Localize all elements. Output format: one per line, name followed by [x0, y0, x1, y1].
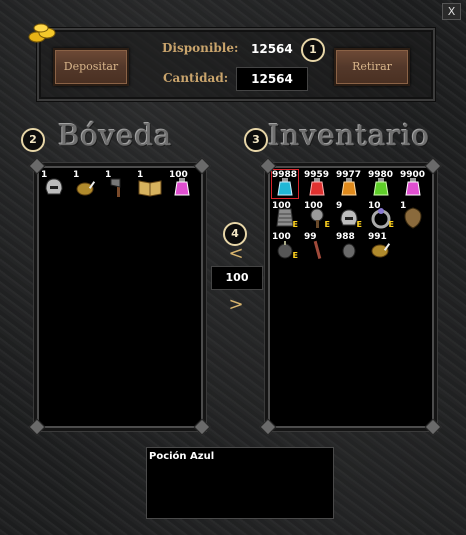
inventory-item-slot[interactable]: 9959: [304, 170, 330, 198]
item-count: 100: [304, 201, 323, 211]
vault-title: Bóveda: [58, 118, 173, 152]
item-count: 1: [105, 170, 112, 180]
item-count: 9959: [304, 170, 330, 180]
move-right-arrow[interactable]: >: [226, 294, 246, 315]
vault-item-slot[interactable]: 100: [169, 170, 195, 198]
available-label: Disponible:: [162, 41, 239, 55]
item-description-text: Poción Azul: [149, 451, 215, 462]
inventory-item-slot[interactable]: 9988: [271, 169, 299, 199]
item-count: 991: [368, 232, 387, 242]
inventory-item-slot[interactable]: 100 E: [304, 201, 330, 229]
inventory-item-slot[interactable]: 988: [336, 232, 362, 260]
item-count: 9: [336, 201, 343, 211]
amount-input[interactable]: 12564: [236, 67, 308, 91]
withdraw-button[interactable]: Retirar: [334, 48, 410, 86]
vault-grid: 1 1 1 1 100: [41, 170, 201, 420]
item-count: 1: [400, 201, 407, 211]
item-count: 100: [272, 232, 291, 242]
item-count: 9988: [272, 170, 298, 180]
bank-window: X Depositar Retirar Disponible: 12564 Ca…: [0, 0, 466, 535]
item-count: 988: [336, 232, 355, 242]
close-button[interactable]: X: [442, 3, 461, 20]
transfer-amount-input[interactable]: 100: [211, 266, 263, 290]
gold-coins-icon: [28, 23, 56, 43]
inventory-item-slot[interactable]: 100 E: [272, 232, 298, 260]
inventory-item-slot[interactable]: 9900: [400, 170, 426, 198]
inventory-item-slot[interactable]: 1: [400, 201, 426, 229]
inventory-grid: 9988 9959 9977 9980 9900 100 E 100 E 9 E 10 E 1 100 E 99…: [271, 169, 432, 420]
item-count: 9977: [336, 170, 362, 180]
inventory-item-slot[interactable]: 9980: [368, 170, 394, 198]
item-count: 9980: [368, 170, 394, 180]
vault-item-slot[interactable]: 1: [41, 170, 67, 198]
vault-item-slot[interactable]: 1: [105, 170, 131, 198]
inventory-title: Inventario: [268, 118, 430, 152]
inventory-item-slot[interactable]: 9977: [336, 170, 362, 198]
marker-2: 2: [21, 128, 45, 152]
item-count: 1: [137, 170, 144, 180]
equipped-marker: E: [324, 220, 330, 229]
equipped-marker: E: [292, 251, 298, 260]
inventory-item-slot[interactable]: 991: [368, 232, 394, 260]
item-count: 100: [169, 170, 188, 180]
vault-item-slot[interactable]: 1: [73, 170, 99, 198]
equipped-marker: E: [356, 220, 362, 229]
vault-panel: 1 1 1 1 100: [37, 166, 203, 428]
marker-3: 3: [244, 128, 268, 152]
available-value: 12564: [251, 42, 293, 56]
item-count: 99: [304, 232, 317, 242]
equipped-marker: E: [292, 220, 298, 229]
move-left-arrow[interactable]: <: [226, 243, 246, 264]
inventory-item-slot[interactable]: 9E: [336, 201, 362, 229]
amount-label: Cantidad:: [163, 71, 229, 85]
inventory-item-slot[interactable]: 99: [304, 232, 330, 260]
item-count: 1: [73, 170, 80, 180]
item-count: 9900: [400, 170, 426, 180]
inventory-item-slot[interactable]: 10 E: [368, 201, 394, 229]
marker-1: 1: [301, 38, 325, 62]
equipped-marker: E: [388, 220, 394, 229]
item-count: 10: [368, 201, 381, 211]
inventory-item-slot[interactable]: 100 E: [272, 201, 298, 229]
vault-item-slot[interactable]: 1: [137, 170, 163, 198]
inventory-panel: 9988 9959 9977 9980 9900 100 E 100 E 9 E 10 E 1 100 E 99…: [268, 166, 434, 428]
item-count: 1: [41, 170, 48, 180]
item-count: 100: [272, 201, 291, 211]
deposit-button[interactable]: Depositar: [53, 48, 129, 86]
